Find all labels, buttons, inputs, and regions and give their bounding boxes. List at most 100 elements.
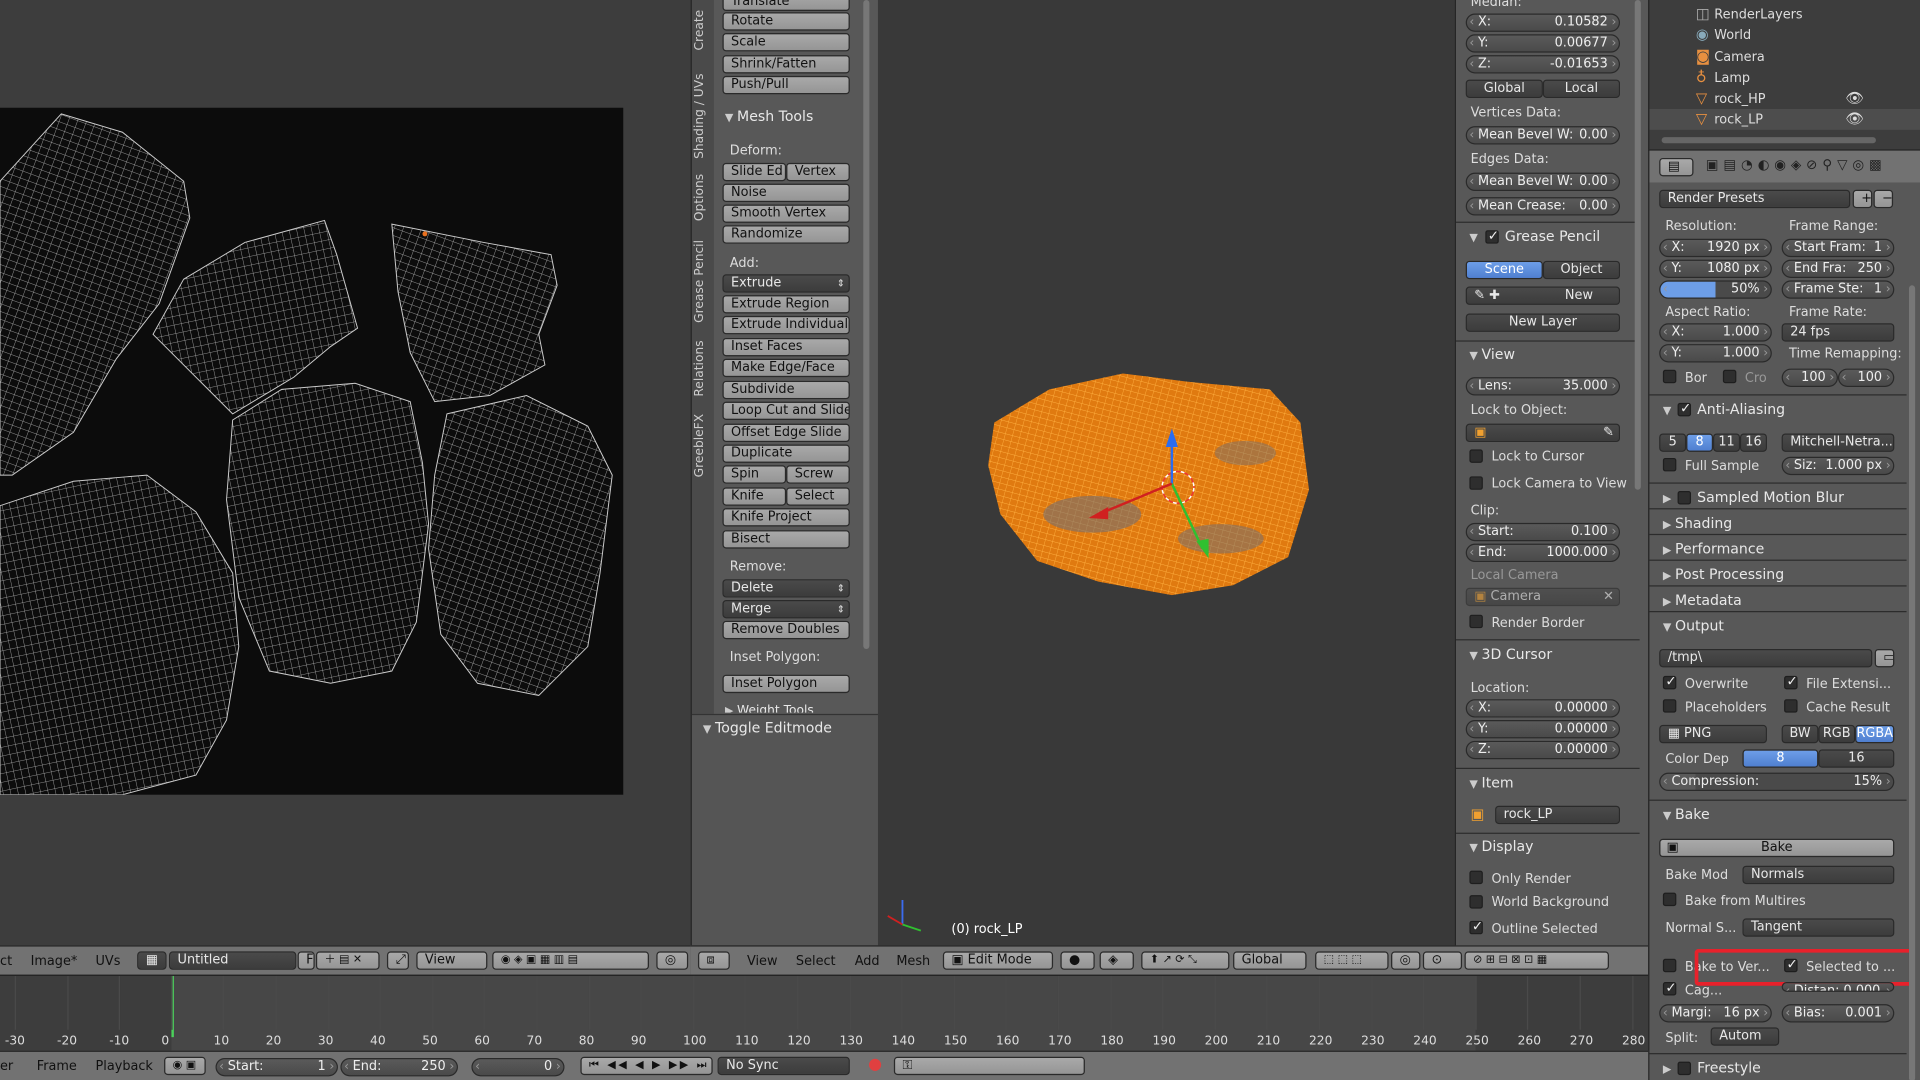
remove-preset-button[interactable]: − [1873,189,1894,209]
3d-viewport[interactable]: (0) rock_LP [877,0,1455,946]
mean-crease-field[interactable]: Mean Crease:0.00 [1465,197,1621,216]
timeline-end-field[interactable]: End:250 [340,1057,458,1077]
metadata-header[interactable]: ▶ Metadata [1663,591,1742,608]
cache-result-checkbox[interactable] [1784,699,1798,713]
context-tab-icons[interactable]: ▣▤◔◐◉◈⊘⚲▽◎▩ [1706,157,1887,173]
uv-snap-button[interactable]: ◎ [656,951,689,970]
bake-from-multires-checkbox[interactable] [1662,892,1677,907]
knife-button[interactable]: Knife [722,487,787,506]
depth-8-toggle[interactable]: 8 [1742,749,1819,768]
aspect-x-field[interactable]: X:1.000 [1659,323,1772,342]
lock-to-cursor-checkbox[interactable] [1469,449,1483,463]
rotate-button[interactable]: Rotate [722,12,850,31]
extrude-region-button[interactable]: Extrude Region [722,295,850,314]
lock-object-field[interactable]: ▣ ✎ [1465,423,1621,443]
aa-16-button[interactable]: 16 [1740,433,1767,452]
tab-relations[interactable]: Relations [693,340,706,396]
item-panel-header[interactable]: ▼ Item [1469,774,1513,791]
res-percentage-field[interactable]: 50% [1659,280,1772,299]
world-background-checkbox[interactable] [1469,895,1483,909]
render-properties-scrollbar[interactable] [1908,285,1916,1080]
remove-doubles-button[interactable]: Remove Doubles [722,620,850,640]
anti-aliasing-checkbox[interactable] [1677,400,1691,417]
proportional-edit-button[interactable]: ◎ [1391,951,1421,970]
translate-button[interactable]: Translate [722,0,850,12]
outliner-row[interactable]: ♁ Lamp [1649,67,1920,88]
placeholders-checkbox[interactable] [1662,699,1677,713]
bake-mode-dropdown[interactable]: Normals [1742,865,1895,885]
depth-16-toggle[interactable]: 16 [1818,749,1895,768]
aa-8-button[interactable]: 8 [1686,433,1714,452]
tab-greeblefx[interactable]: GreebleFX [693,414,706,477]
color-rgba-toggle[interactable]: RGBA [1855,724,1895,744]
smooth-vertex-button[interactable]: Smooth Vertex [722,204,850,223]
timeline-start-field[interactable]: Start:1 [215,1057,338,1077]
local-toggle[interactable]: Local [1542,79,1621,98]
current-frame-field[interactable]: 0 [471,1057,565,1077]
menu-view[interactable]: View [747,954,778,969]
screw-button[interactable]: Screw [786,465,850,484]
tool-shelf-scrollbar[interactable] [863,0,870,649]
manipulator-buttons[interactable]: ⬆ ↗ ⟳ ⤡ [1141,951,1230,970]
lock-camera-checkbox[interactable] [1469,476,1483,490]
delete-dropdown[interactable]: Delete ⇕ [722,579,850,598]
cursor-z-field[interactable]: Z:0.00000 [1465,740,1621,760]
anti-aliasing-header[interactable]: ▼ [1663,400,1675,417]
clip-start-field[interactable]: Start:0.100 [1465,522,1621,542]
orientation-dropdown[interactable]: Global [1233,951,1307,970]
editor-type-button[interactable]: ⧈ [697,951,730,970]
outline-selected-checkbox[interactable] [1469,918,1483,935]
image-browse-button[interactable]: ▦ [137,951,167,970]
inset-polygon-button[interactable]: Inset Polygon [722,674,850,694]
tab-grease-pencil[interactable]: Grease Pencil [693,240,706,323]
properties-editor-button[interactable]: ▤ [1659,157,1694,177]
vertex-slide-button[interactable]: Vertex [786,162,850,182]
split-dropdown[interactable]: Autom [1710,1027,1780,1046]
file-extensions-checkbox[interactable] [1784,673,1798,690]
make-edge-face-button[interactable]: Make Edge/Face [722,358,850,378]
motion-blur-header[interactable]: ▶ [1663,489,1675,505]
uv-view-dropdown[interactable]: View [416,951,488,970]
start-frame-field[interactable]: Start Fram:1 [1781,238,1895,258]
extrude-individual-button[interactable]: Extrude Individual [722,315,850,335]
bake-header[interactable]: ▼ Bake [1663,806,1710,823]
pack-icon[interactable]: ⤢ [386,951,409,970]
outliner-row[interactable]: ◉ World [1649,24,1920,45]
global-toggle[interactable]: Global [1465,79,1543,98]
push-pull-button[interactable]: Push/Pull [722,75,850,95]
cursor-y-field[interactable]: Y:0.00000 [1465,720,1621,739]
spin-button[interactable]: Spin [722,465,787,484]
uv-editor[interactable] [0,0,691,946]
snap-buttons[interactable]: ⊙ [1422,951,1463,970]
res-x-field[interactable]: X:1920 px [1659,238,1772,258]
selection-mode-buttons[interactable]: ⬚ ⬚ ⬚ [1315,951,1389,970]
output-header[interactable]: ▼ Output [1663,617,1724,634]
noise-button[interactable]: Noise [722,183,850,203]
aspect-y-field[interactable]: Y:1.000 [1659,344,1772,363]
timeline-menu-frame[interactable]: Frame [37,1059,77,1074]
rock-mesh[interactable] [878,0,1455,945]
grease-pencil-header[interactable]: ▼ [1469,228,1481,245]
mode-dropdown[interactable]: ▣ Edit Mode [942,951,1054,970]
add-preset-button[interactable]: + [1852,189,1873,209]
extrude-dropdown[interactable]: Extrude ⇕ [722,274,850,293]
render-border-checkbox[interactable] [1469,614,1483,629]
record-icon[interactable]: ● [868,1056,882,1074]
grease-pencil-checkbox[interactable] [1485,228,1499,244]
loop-cut-slide-button[interactable]: Loop Cut and Slide [722,401,850,421]
post-processing-header[interactable]: ▶ Post Processing [1663,566,1784,583]
local-camera-field[interactable]: ▣ Camera ✕ [1465,587,1621,607]
menu-mesh[interactable]: Mesh [896,954,930,969]
knife-project-button[interactable]: Knife Project [722,508,850,527]
tab-shading-uvs[interactable]: Shading / UVs [693,73,706,158]
keyingset-field[interactable]: ⚿ [893,1056,1085,1076]
bisect-button[interactable]: Bisect [722,530,850,549]
outliner-scrollbar[interactable] [1661,137,1876,144]
tab-options[interactable]: Options [693,174,706,221]
distance-field[interactable]: Distan: 0.000 [1781,982,1895,992]
toggle-editmode-header[interactable]: ▼ Toggle Editmode [703,719,832,736]
duplicate-button[interactable]: Duplicate [722,444,850,463]
overwrite-checkbox[interactable] [1662,673,1677,690]
keying-icons[interactable]: ◉ ▣ [164,1056,206,1076]
vertex-bevel-weight-field[interactable]: Mean Bevel W:0.00 [1465,126,1621,145]
